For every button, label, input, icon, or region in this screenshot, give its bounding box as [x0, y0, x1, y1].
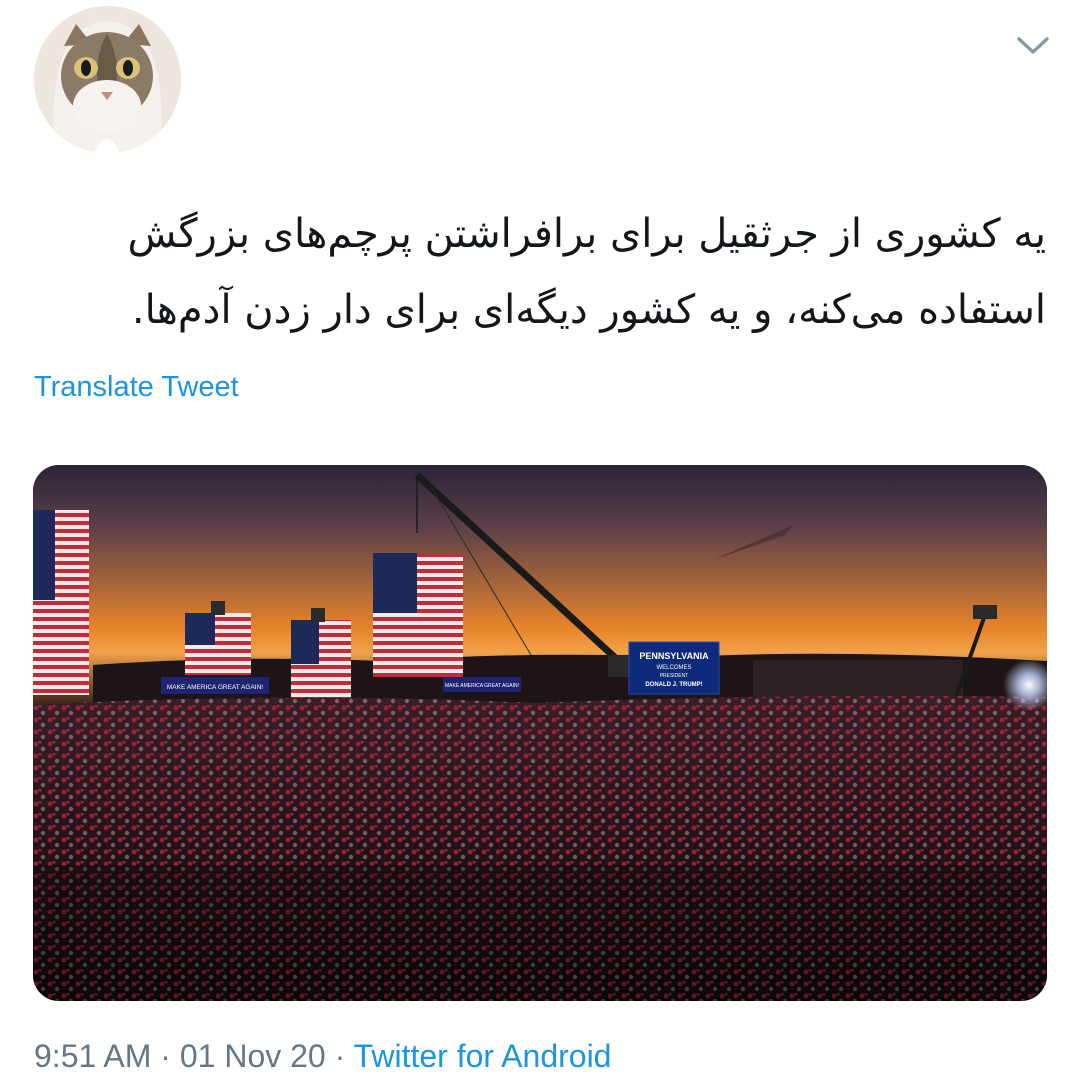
- tweet-media-photo[interactable]: MAKE AMERICA GREAT AGAIN! MAKE AMERICA G…: [33, 465, 1047, 1001]
- avatar[interactable]: [34, 6, 181, 153]
- tweet-date[interactable]: 01 Nov 20: [180, 1038, 326, 1074]
- banner-left-text: MAKE AMERICA GREAT AGAIN!: [167, 684, 263, 691]
- tweet-time: 9:51 AM: [34, 1038, 152, 1074]
- banner-mid-text: MAKE AMERICA GREAT AGAIN!: [445, 683, 519, 689]
- meta-separator: ·: [160, 1038, 171, 1074]
- screen-line-2: WELCOMES: [656, 665, 691, 671]
- tweet-source-link[interactable]: Twitter for Android: [354, 1038, 612, 1074]
- tweet-text: یه کشوری از جرثقیل برای برافراشتن پرچم‌ه…: [34, 196, 1046, 348]
- tweet-meta: 9:51 AM · 01 Nov 20 · Twitter for Androi…: [34, 1038, 611, 1075]
- rally-photo: MAKE AMERICA GREAT AGAIN! MAKE AMERICA G…: [33, 465, 1047, 1001]
- cat-avatar-icon: [34, 6, 181, 153]
- screen-line-4: DONALD J. TRUMP!: [645, 682, 702, 688]
- screen-line-3: PRESIDENT: [660, 673, 689, 679]
- tweet-text-line-1: یه کشوری از جرثقیل برای برافراشتن پرچم‌ه…: [127, 211, 1046, 257]
- translate-tweet-link[interactable]: Translate Tweet: [34, 371, 239, 404]
- screen-line-1: PENNSYLVANIA: [639, 651, 709, 661]
- meta-separator: ·: [334, 1038, 346, 1074]
- tweet-text-line-2: استفاده می‌کنه، و یه کشور دیگه‌ای برای د…: [131, 287, 1046, 333]
- chevron-down-icon[interactable]: [1016, 34, 1050, 58]
